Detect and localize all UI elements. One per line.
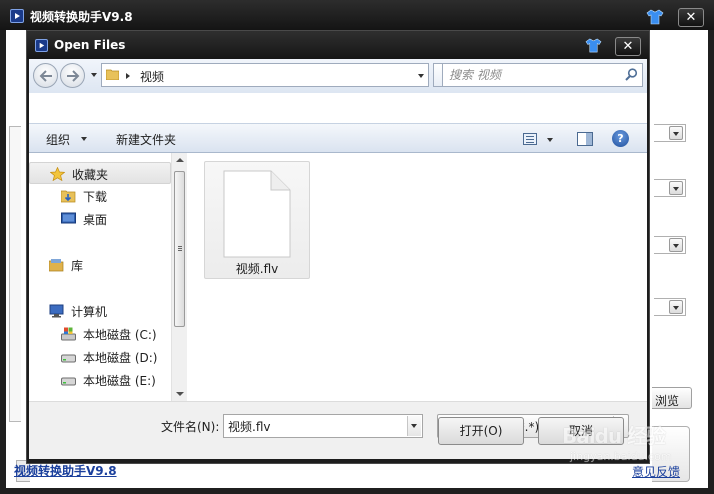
nav-item-label: 本地磁盘 (D:) [83,351,158,365]
background-panel [9,126,21,422]
nav-item-label: 本地磁盘 (C:) [83,328,157,342]
app-logo-icon [35,39,48,52]
view-options-chevron-icon[interactable] [547,138,553,142]
main-close-button[interactable]: ✕ [678,8,704,27]
search-box[interactable] [442,63,643,87]
file-list: 视频.flv [188,153,647,401]
system-drive-icon [61,327,76,341]
nav-item-label: 计算机 [71,305,108,319]
nav-item-label: 桌面 [83,213,108,227]
star-icon [49,166,66,182]
chevron-down-icon [669,126,683,140]
file-name: 视频.flv [235,262,279,276]
preview-pane-icon[interactable] [577,132,593,146]
desktop-icon [61,212,76,226]
main-titlebar[interactable]: 视频转换助手V9.8 ✕ [0,0,714,30]
scroll-up-icon[interactable] [176,158,184,162]
search-input[interactable] [449,67,619,83]
browse-button-label: 浏览 [655,394,680,408]
recent-locations-chevron-icon[interactable] [91,73,97,77]
dialog-body: 视频 组织 新建文件夹 ? [29,59,647,459]
background-combo[interactable] [654,236,686,254]
nav-item-label: 收藏夹 [72,168,109,182]
breadcrumb-current[interactable]: 视频 [140,68,164,85]
open-files-dialog: Open Files ✕ 视频 搜索 视频 组织 新建文件夹 ? 收藏夹 下载 … [26,30,650,464]
app-logo-icon [10,9,24,23]
watermark-url: jingyan.baidu.com [570,450,672,463]
address-history-chevron-icon[interactable] [418,74,424,78]
app-name-link[interactable]: 视频转换助手V9.8 [14,462,117,479]
change-view-icon[interactable] [523,133,537,145]
help-icon[interactable]: ? [612,130,629,147]
computer-icon [49,304,64,318]
nav-item-favorites[interactable]: 收藏夹 [29,162,171,184]
nav-item-drive-c[interactable]: 本地磁盘 (C:) [29,323,171,345]
dialog-title: Open Files [54,38,126,52]
nav-item-desktop[interactable]: 桌面 [29,208,171,230]
search-icon[interactable] [625,68,638,84]
skin-shirt-icon[interactable] [646,9,664,25]
scroll-down-icon[interactable] [176,392,184,396]
skin-shirt-icon[interactable] [585,38,602,53]
nav-item-label: 下载 [83,190,108,204]
folder-icon [105,69,120,81]
grip-icon [178,246,182,247]
chevron-down-icon [669,181,683,195]
watermark-text: Baidu 经验 [562,424,666,448]
command-bar: 组织 新建文件夹 ? [29,123,647,153]
dialog-close-button[interactable]: ✕ [615,37,641,56]
forward-button[interactable] [60,63,85,88]
address-row: 视频 [29,59,647,93]
chevron-down-icon[interactable] [407,416,421,436]
file-icon [223,170,291,261]
filename-input[interactable] [228,418,404,434]
filename-label: 文件名(N): [161,420,220,434]
baidu-watermark: Baidu 经验 jingyan.baidu.com [560,420,708,470]
open-button[interactable]: 打开(O) [438,417,524,445]
back-button[interactable] [33,63,58,88]
downloads-folder-icon [60,189,76,203]
chevron-down-icon [669,300,683,314]
new-folder-button[interactable]: 新建文件夹 [116,131,176,148]
browse-button[interactable]: 浏览 [652,387,692,409]
navigation-scrollbar[interactable] [171,153,187,401]
nav-item-computer[interactable]: 计算机 [29,300,171,322]
main-window-title: 视频转换助手V9.8 [30,10,133,24]
scrollbar-thumb[interactable] [174,171,185,327]
nav-item-drive-e[interactable]: 本地磁盘 (E:) [29,369,171,391]
address-bar[interactable]: 视频 [101,63,429,87]
organize-menu[interactable]: 组织 [46,131,70,148]
navigation-pane: 收藏夹 下载 桌面 库 计算机 本地磁盘 (C:) 本地磁盘 (D:) 本地磁盘… [29,153,187,401]
background-combo[interactable] [654,124,686,142]
file-item[interactable]: 视频.flv [204,161,310,279]
nav-item-label: 本地磁盘 (E:) [83,374,156,388]
filename-combo[interactable] [223,414,423,438]
chevron-down-icon[interactable] [81,137,87,141]
nav-item-drive-d[interactable]: 本地磁盘 (D:) [29,346,171,368]
library-icon [48,258,64,272]
breadcrumb-separator-icon[interactable] [126,73,130,79]
background-combo[interactable] [654,179,686,197]
nav-item-library[interactable]: 库 [29,254,171,276]
nav-item-downloads[interactable]: 下载 [29,185,171,207]
drive-icon [61,373,76,387]
background-combo[interactable] [654,298,686,316]
nav-item-label: 库 [71,259,84,273]
dialog-titlebar[interactable]: Open Files ✕ [27,31,649,59]
chevron-down-icon [669,238,683,252]
drive-icon [61,350,76,364]
